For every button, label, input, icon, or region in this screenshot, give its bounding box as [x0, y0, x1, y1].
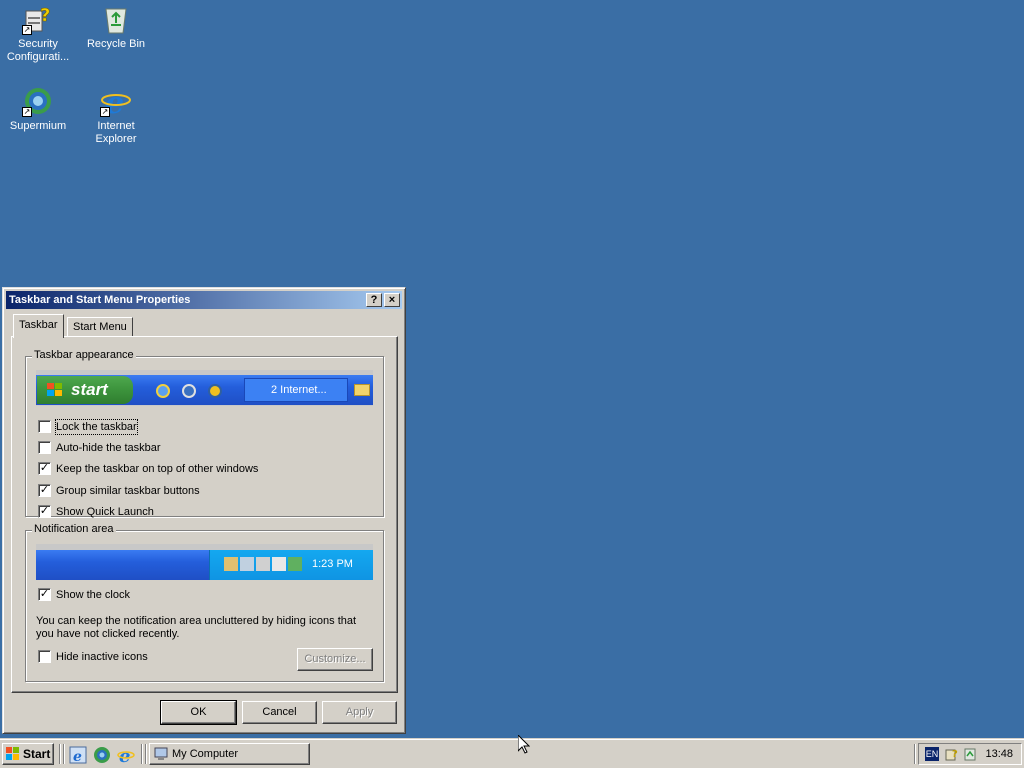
apply-button[interactable]: Apply: [322, 701, 397, 724]
preview-clock: 1:23 PM: [312, 558, 353, 570]
desktop-icon-label: Recycle Bin: [86, 38, 146, 50]
help-button[interactable]: ?: [366, 293, 382, 307]
recycle-tray-icon[interactable]: [963, 747, 977, 761]
task-label: My Computer: [172, 748, 239, 760]
checkbox-label: Auto-hide the taskbar: [56, 442, 161, 454]
security-config-icon: ? ↗: [22, 5, 51, 35]
tab-label: Taskbar: [19, 319, 58, 331]
checkbox-label: Hide inactive icons: [56, 651, 148, 663]
tab-label: Start Menu: [73, 321, 127, 333]
desktop-icon-label: Security Configurati...: [6, 38, 70, 63]
taskbar-button-my-computer[interactable]: My Computer: [149, 743, 310, 765]
group-title: Notification area: [32, 523, 116, 536]
language-indicator[interactable]: EN: [925, 747, 939, 761]
my-computer-icon: [154, 747, 168, 760]
checkbox-box[interactable]: ✓: [38, 588, 51, 601]
svg-text:?: ?: [40, 5, 50, 26]
desktop-icon-supermium[interactable]: ↗ Supermium: [0, 85, 78, 133]
button-label: Cancel: [262, 706, 297, 718]
clock[interactable]: 13:48: [985, 744, 1013, 764]
desktop-icon-internet-explorer[interactable]: e ↗ Internet Explorer: [76, 85, 156, 146]
recycle-icon: [288, 557, 302, 571]
tray-icon: [224, 557, 238, 571]
checkbox-box[interactable]: ✓: [38, 462, 51, 475]
cancel-button[interactable]: Cancel: [242, 701, 317, 724]
recycle-bin-icon: [100, 3, 132, 35]
checkbox-box[interactable]: [38, 420, 51, 433]
notification-area-group: Notification area 1:23 PM ✓ Show the clo…: [25, 523, 384, 682]
supermium-icon[interactable]: [93, 746, 111, 764]
folder-icon: [354, 384, 370, 396]
taskbar: Start e e My Computer EN ? 13:48: [0, 738, 1024, 768]
start-label: Start: [23, 747, 51, 761]
tab-taskbar[interactable]: Taskbar: [13, 314, 64, 338]
close-button[interactable]: ×: [384, 293, 400, 307]
media-player-icon: [208, 384, 222, 398]
ie-icon[interactable]: e: [69, 746, 87, 764]
book-icon: [272, 557, 286, 571]
checkbox-label: Lock the taskbar: [55, 419, 138, 435]
internet-explorer-icon[interactable]: e: [117, 746, 135, 764]
mouse-cursor-icon: [518, 735, 530, 754]
preview-grouped-button: 2 Internet...: [244, 378, 348, 402]
button-label: Apply: [345, 706, 374, 718]
supermium-icon: ↗: [22, 85, 54, 117]
start-button[interactable]: Start: [2, 743, 54, 765]
system-tray: EN ? 13:48: [918, 743, 1022, 765]
checkbox-label: Group similar taskbar buttons: [56, 485, 200, 497]
taskbar-appearance-group: Taskbar appearance start 2 Internet... L…: [25, 349, 384, 518]
svg-text:e: e: [119, 746, 130, 764]
checkbox-label: Show Quick Launch: [56, 506, 154, 518]
ok-button[interactable]: OK: [160, 700, 237, 725]
group-title: Taskbar appearance: [32, 349, 136, 362]
customize-button[interactable]: Customize...: [297, 648, 373, 671]
taskbar-properties-dialog: Taskbar and Start Menu Properties ? × Ta…: [2, 287, 406, 734]
tab-start-menu[interactable]: Start Menu: [67, 317, 133, 337]
taskbar-preview: start 2 Internet...: [36, 370, 373, 406]
button-label: OK: [190, 706, 207, 718]
dialog-title: Taskbar and Start Menu Properties: [9, 294, 191, 306]
ie-icon: [156, 384, 170, 398]
desktop-icon-recycle-bin[interactable]: Recycle Bin: [76, 3, 156, 51]
internet-explorer-icon: e ↗: [100, 85, 132, 121]
monitor-icon: [256, 557, 270, 571]
checkbox-box[interactable]: ✓: [38, 484, 51, 497]
preview-group-label: 2 Internet...: [271, 384, 327, 396]
checkbox-box[interactable]: ✓: [38, 505, 51, 518]
checkbox-label: Show the clock: [56, 589, 130, 601]
desktop-icon-label: Supermium: [9, 120, 67, 132]
preview-start-label: start: [71, 380, 108, 399]
checkbox-box[interactable]: [38, 441, 51, 454]
network-icon: [240, 557, 254, 571]
checkbox-box[interactable]: [38, 650, 51, 663]
notification-hint: You can keep the notification area unclu…: [36, 615, 357, 640]
dialog-titlebar[interactable]: Taskbar and Start Menu Properties ? ×: [6, 291, 402, 309]
desktop-icon-label: Internet Explorer: [95, 120, 137, 145]
checkbox-label: Keep the taskbar on top of other windows: [56, 463, 259, 475]
security-tray-icon[interactable]: ?: [945, 747, 959, 761]
svg-text:?: ?: [952, 749, 958, 760]
outlook-icon: [182, 384, 196, 398]
windows-flag-icon: [47, 383, 62, 396]
button-label: Customize...: [304, 653, 366, 665]
svg-text:e: e: [73, 749, 82, 764]
notification-preview: 1:23 PM: [36, 544, 373, 580]
windows-flag-icon: [6, 747, 19, 760]
desktop-icon-security-configuration[interactable]: ? ↗ Security Configurati...: [0, 3, 78, 64]
tab-panel-taskbar: Taskbar appearance start 2 Internet... L…: [11, 336, 398, 693]
preview-start-button: start: [37, 376, 133, 404]
